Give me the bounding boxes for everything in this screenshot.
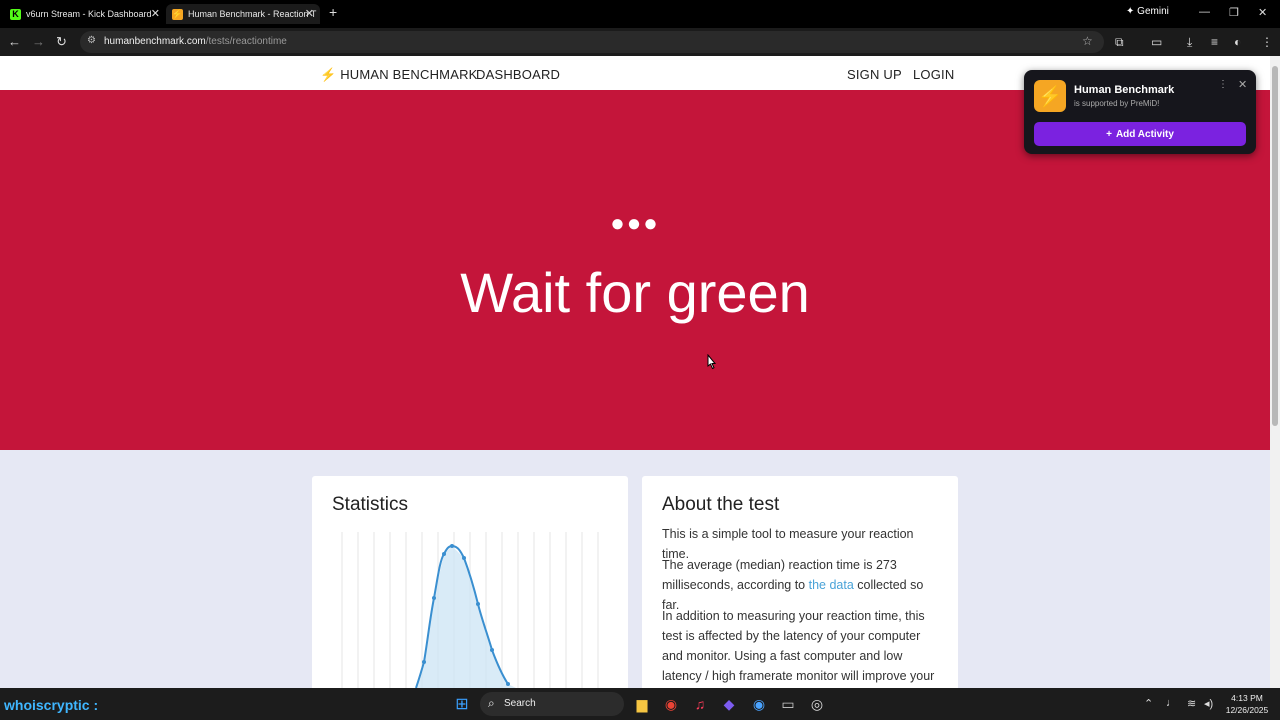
close-window-icon[interactable]: ✕ bbox=[1258, 6, 1267, 19]
url-text[interactable]: humanbenchmark.com/tests/reactiontime bbox=[104, 36, 287, 47]
bolt-icon: ⚡ bbox=[320, 67, 337, 82]
obs-icon[interactable]: ◎ bbox=[807, 694, 827, 714]
mouse-cursor-icon bbox=[707, 354, 717, 370]
close-icon[interactable]: ✕ bbox=[1238, 78, 1247, 91]
clock-date: 12/26/2025 bbox=[1225, 705, 1269, 715]
more-options-icon[interactable]: ⋮ bbox=[1218, 79, 1228, 90]
scrollbar-thumb[interactable] bbox=[1272, 66, 1278, 426]
waiting-dots-icon: ●●● bbox=[610, 210, 660, 237]
menu-icon[interactable]: ⋮ bbox=[1261, 35, 1273, 49]
site-info-icon[interactable]: ⚙ bbox=[87, 35, 96, 46]
minimize-icon[interactable]: — bbox=[1199, 6, 1210, 18]
download-icon[interactable]: ⤓ bbox=[1187, 35, 1192, 50]
plus-icon: + bbox=[1106, 128, 1112, 140]
clock-time: 4:13 PM bbox=[1231, 693, 1263, 703]
search-label: Search bbox=[504, 698, 536, 709]
extensions-icon[interactable]: ⧉ bbox=[1115, 35, 1124, 50]
restore-icon[interactable]: ❐ bbox=[1229, 6, 1239, 19]
statistics-card: Statistics bbox=[312, 476, 628, 688]
volume-icon[interactable]: ◂) bbox=[1204, 697, 1213, 710]
tab-kick-dashboard[interactable]: K v6urn Stream - Kick Dashboard ✕ bbox=[10, 4, 160, 24]
new-tab-button[interactable]: + bbox=[329, 4, 337, 20]
stream-overlay-username: whoiscryptic : bbox=[4, 697, 99, 713]
terminal-icon[interactable]: ▭ bbox=[778, 694, 798, 714]
start-icon[interactable]: ⊞ bbox=[452, 694, 472, 714]
tab-human-benchmark[interactable]: ⚡ Human Benchmark - Reaction T ✕ bbox=[166, 4, 320, 24]
media-icon[interactable]: ≡ bbox=[1211, 35, 1218, 49]
tab-title: Human Benchmark - Reaction T bbox=[188, 9, 317, 19]
tab-title: v6urn Stream - Kick Dashboard bbox=[26, 9, 152, 19]
page-scrollbar[interactable] bbox=[1270, 56, 1280, 688]
human-benchmark-logo-icon: ⚡ bbox=[1034, 80, 1066, 112]
the-data-link[interactable]: the data bbox=[809, 578, 854, 592]
bookmark-star-icon[interactable]: ☆ bbox=[1082, 34, 1093, 48]
back-icon[interactable]: ← bbox=[8, 34, 21, 49]
nav-login[interactable]: LOGIN bbox=[913, 67, 954, 82]
gemini-label: Gemini bbox=[1137, 6, 1169, 17]
wifi-icon[interactable]: ≋ bbox=[1187, 697, 1196, 710]
hero-title: Wait for green bbox=[460, 261, 810, 324]
add-activity-button[interactable]: + Add Activity bbox=[1034, 122, 1246, 146]
close-tab-icon[interactable]: ✕ bbox=[151, 7, 160, 20]
about-paragraph-3: In addition to measuring your reaction t… bbox=[662, 609, 935, 683]
kick-favicon-icon: K bbox=[10, 8, 21, 20]
browser-toolbar: ← → ↻ ⚙ humanbenchmark.com/tests/reactio… bbox=[0, 28, 1280, 56]
chrome-active-icon[interactable]: ◉ bbox=[749, 694, 769, 714]
taskbar-search[interactable]: ⌕ Search bbox=[480, 692, 624, 716]
gemini-button[interactable]: ✦ Gemini bbox=[1126, 6, 1169, 17]
brand-link[interactable]: ⚡ HUMAN BENCHMARK bbox=[320, 67, 478, 83]
tray-overflow-icon[interactable]: ⌃ bbox=[1144, 697, 1153, 710]
microphone-icon[interactable]: ♩ bbox=[1166, 697, 1177, 709]
nav-dashboard[interactable]: DASHBOARD bbox=[476, 67, 560, 82]
profile-icon[interactable]: ◐ bbox=[1234, 35, 1241, 49]
chrome-icon[interactable]: ◉ bbox=[661, 694, 681, 714]
file-explorer-icon[interactable]: ▆ bbox=[632, 694, 652, 714]
about-title: About the test bbox=[662, 494, 780, 515]
taskbar-clock[interactable]: 4:13 PM 12/26/2025 bbox=[1222, 692, 1272, 716]
browser-tab-strip: K v6urn Stream - Kick Dashboard ✕ ⚡ Huma… bbox=[0, 0, 1280, 28]
search-icon: ⌕ bbox=[488, 696, 495, 710]
human-benchmark-favicon-icon: ⚡ bbox=[171, 8, 184, 20]
premid-title: Human Benchmark bbox=[1074, 84, 1175, 96]
forward-icon[interactable]: → bbox=[32, 34, 45, 49]
cast-icon[interactable]: ▭ bbox=[1151, 35, 1162, 49]
premid-popup: ⚡ Human Benchmark is supported by PreMiD… bbox=[1024, 70, 1256, 154]
premid-subtitle: is supported by PreMiD! bbox=[1074, 99, 1160, 108]
about-card: About the test This is a simple tool to … bbox=[642, 476, 958, 688]
reload-icon[interactable]: ↻ bbox=[56, 34, 67, 50]
close-tab-icon[interactable]: ✕ bbox=[305, 7, 314, 20]
statistics-title: Statistics bbox=[332, 494, 409, 515]
app-icon[interactable]: ◆ bbox=[719, 694, 739, 714]
nav-signup[interactable]: SIGN UP bbox=[847, 67, 902, 82]
address-bar[interactable]: ⚙ humanbenchmark.com/tests/reactiontime … bbox=[80, 31, 1104, 53]
reaction-time-distribution-chart bbox=[341, 532, 599, 688]
windows-taskbar: ⌕ Search ⊞ ▆ ◉ ♫ ◆ ◉ ▭ ◎ ⌃ ♩ ≋ ◂) 4:13 P… bbox=[0, 688, 1280, 720]
music-app-icon[interactable]: ♫ bbox=[690, 694, 710, 714]
